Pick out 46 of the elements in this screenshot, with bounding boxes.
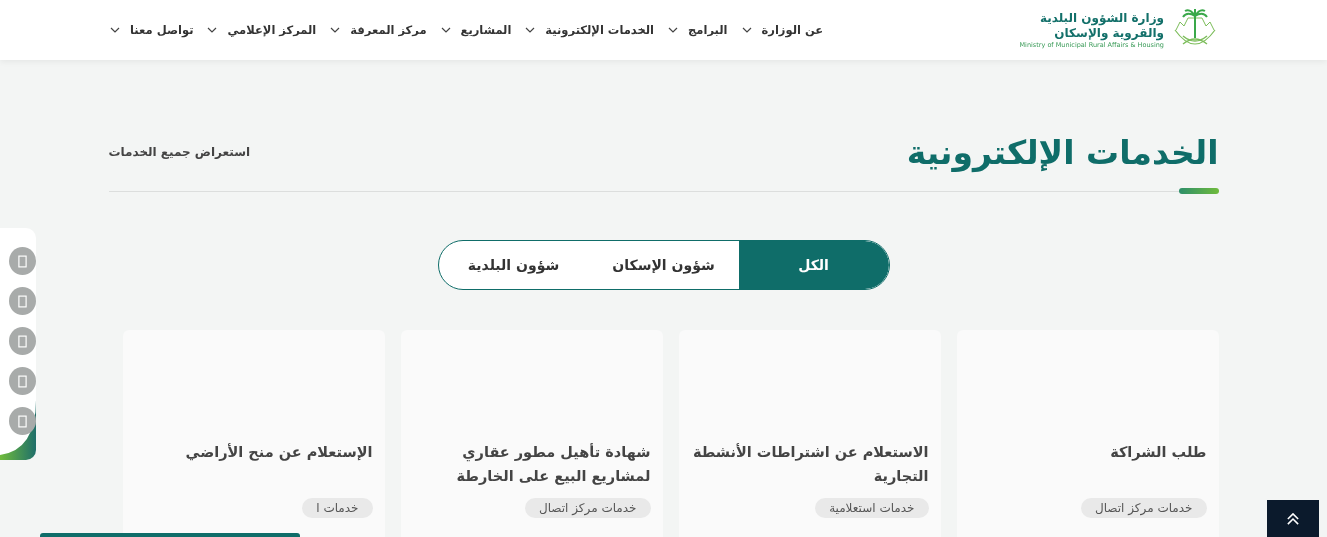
chevron-down-icon (525, 27, 536, 33)
service-title: طلب الشراكة (1110, 443, 1207, 463)
blank-square-icon (18, 294, 27, 308)
nav-menu-item[interactable]: الخدمات الإلكترونية (525, 23, 655, 37)
nav-menu-item[interactable]: البرامج (668, 23, 728, 37)
filter-tab[interactable]: شؤون البلدية (438, 241, 589, 289)
service-card[interactable]: الإستعلام عن منح الأراضي خدمات ا (122, 330, 385, 537)
service-card[interactable]: طلب الشراكة خدمات مركز اتصال (956, 330, 1219, 537)
back-to-top-button[interactable] (1267, 500, 1319, 537)
blank-square-icon (18, 254, 27, 268)
nav-menu-item[interactable]: المركز الإعلامي (207, 23, 317, 37)
chevron-down-icon (668, 27, 679, 33)
filter-tab[interactable]: شؤون الإسكان (588, 241, 739, 289)
blank-square-icon (18, 414, 27, 428)
filter-tab[interactable]: الكل (738, 241, 889, 289)
service-title: شهادة تأهيل مطور عقاري لمشاريع البيع على الخارطة (455, 442, 651, 487)
blank-square-icon (18, 334, 27, 348)
service-tag: خدمات استعلامية (815, 498, 929, 518)
nav-menu-item[interactable]: تواصل معنا (110, 23, 194, 37)
service-tag: خدمات ا (302, 498, 373, 518)
nav-menu-item[interactable]: مركز المعرفة (330, 23, 427, 37)
chevron-down-icon (741, 27, 752, 33)
ministry-name: والقروية والإسكان (1054, 26, 1164, 41)
chevron-down-icon (330, 27, 341, 33)
chevron-down-icon (440, 27, 451, 33)
service-card[interactable]: الاستعلام عن اشتراطات الأنشطة التجارية خدمات استعلامية (678, 330, 941, 537)
view-all-link[interactable]: استعراض جميع الخدمات (108, 145, 251, 159)
nav-menu-item[interactable]: عن الوزارة (741, 23, 824, 37)
service-title: الإستعلام عن منح الأراضي (185, 442, 373, 463)
side-button[interactable] (9, 247, 36, 275)
title-accent-bar (1178, 188, 1219, 194)
double-chevron-up-icon (1286, 512, 1300, 525)
side-button[interactable] (9, 327, 36, 355)
service-tag: خدمات مركز اتصال (524, 498, 651, 518)
service-tag: خدمات مركز اتصال (1080, 498, 1207, 518)
blank-square-icon (18, 374, 27, 388)
service-card[interactable]: شهادة تأهيل مطور عقاري لمشاريع البيع على الخارطة خدمات مركز اتصال (400, 330, 663, 537)
service-title: الاستعلام عن اشتراطات الأنشطة التجارية (691, 442, 929, 487)
chevron-down-icon (207, 27, 218, 33)
ministry-name: وزارة الشؤون البلدية (1040, 11, 1164, 26)
chevron-down-icon (110, 27, 120, 33)
side-button[interactable] (9, 407, 36, 435)
section-title: الخدمات الإلكترونية (906, 132, 1219, 172)
side-button[interactable] (9, 287, 36, 315)
side-button[interactable] (9, 367, 36, 395)
nav-menu-item[interactable]: المشاريع (440, 23, 512, 37)
